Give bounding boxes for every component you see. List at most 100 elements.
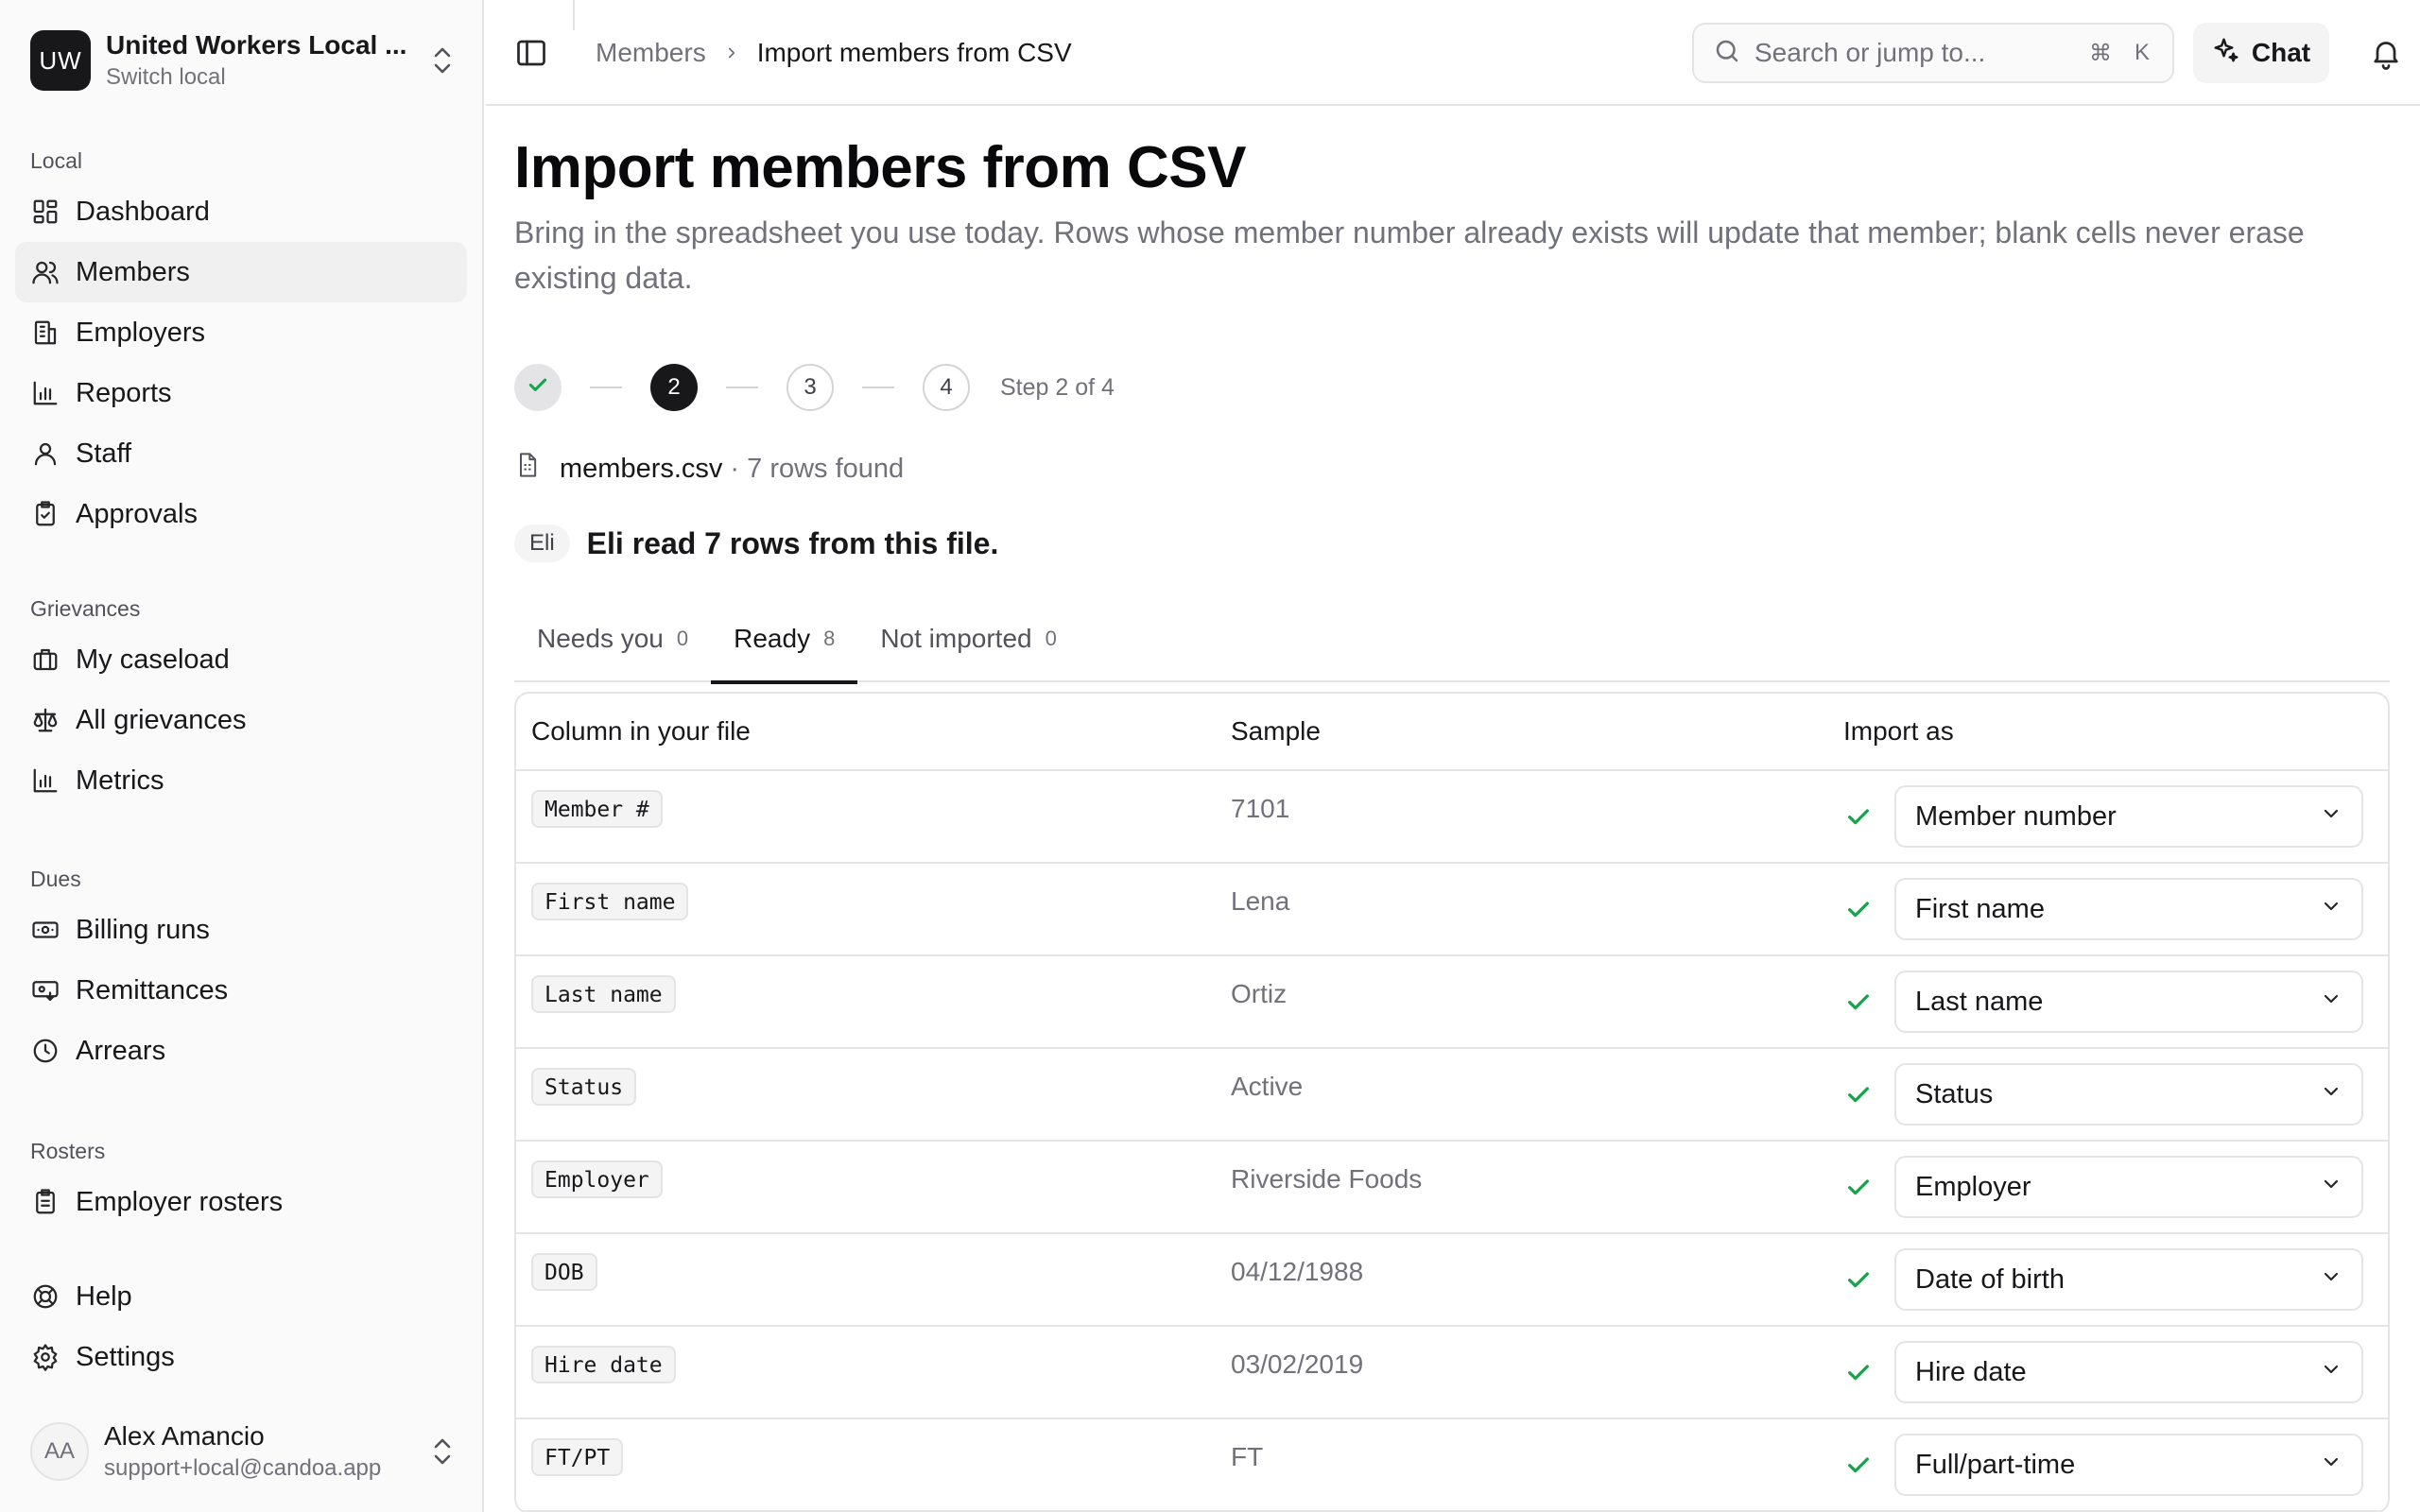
sidebar: UW United Workers Local ... Switch local… [0, 0, 484, 1512]
import-as-select[interactable]: Member number [1894, 785, 2363, 848]
sidebar-item-settings[interactable]: Settings [15, 1327, 467, 1387]
sidebar-item-label: Staff [76, 438, 132, 469]
file-column-name: Employer [531, 1160, 663, 1198]
file-summary: members.csv · 7 rows found [514, 452, 904, 486]
eli-message: Eli read 7 rows from this file. [586, 525, 999, 560]
sidebar-item-label: Approvals [76, 498, 198, 529]
sample-value: Active [1231, 1072, 1304, 1101]
sidebar-item-label: Remittances [76, 974, 229, 1005]
sidebar-item-label: Employers [76, 317, 205, 348]
sample-value: 03/02/2019 [1231, 1349, 1364, 1379]
step-4: 4 [923, 364, 970, 411]
switch-local-label: Switch local [106, 64, 226, 90]
step-connector [726, 387, 758, 388]
file-column-name: First name [531, 883, 689, 920]
file-column-name: Status [531, 1068, 637, 1106]
chat-label: Chat [2251, 38, 2311, 67]
clipboard-check-icon [30, 499, 60, 529]
tab-label: Ready [734, 624, 811, 653]
search-placeholder: Search or jump to... [1754, 38, 1986, 67]
top-bar: Members Import members from CSV Search o… [486, 0, 2420, 106]
avatar: AA [30, 1422, 89, 1481]
chevron-down-icon [2320, 1357, 2342, 1388]
chat-button[interactable]: Chat [2193, 23, 2329, 83]
sidebar-item-arrears[interactable]: Arrears [15, 1021, 467, 1081]
file-name: members.csv [560, 453, 723, 484]
table-row: Status Active Status [516, 1049, 2388, 1142]
clipboard-list-icon [30, 1187, 60, 1217]
import-as-select[interactable]: Last name [1894, 971, 2363, 1033]
shortcut-cmd: ⌘ [2088, 40, 2112, 66]
import-as-value: First name [1915, 893, 2045, 924]
import-as-select[interactable]: Date of birth [1894, 1248, 2363, 1311]
sidebar-item-staff[interactable]: Staff [15, 423, 467, 484]
tab-ready[interactable]: Ready 8 [711, 595, 858, 684]
assistant-message: Eli Eli read 7 rows from this file. [514, 524, 998, 563]
sample-value: Ortiz [1231, 979, 1288, 1008]
check-icon [1843, 987, 1874, 1017]
sidebar-item-members[interactable]: Members [15, 242, 467, 302]
header-column: Column in your file [531, 716, 751, 746]
chevron-down-icon [2320, 801, 2342, 833]
card-receive-icon [30, 975, 60, 1005]
sidebar-item-all-grievances[interactable]: All grievances [15, 690, 467, 750]
check-icon [1843, 801, 1874, 832]
dashboard-icon [30, 197, 60, 227]
import-as-select[interactable]: Employer [1894, 1156, 2363, 1218]
table-row: DOB 04/12/1988 Date of birth [516, 1234, 2388, 1327]
chart-bar-icon [30, 765, 60, 796]
sidebar-item-employers[interactable]: Employers [15, 302, 467, 363]
sidebar-item-label: Billing runs [76, 914, 210, 945]
user-email: support+local@candoa.app [104, 1455, 382, 1481]
nav-section-heading: Grievances [30, 596, 141, 621]
local-logo: UW [30, 30, 91, 91]
import-as-select[interactable]: Full/part-time [1894, 1434, 2363, 1496]
file-row-count: · 7 rows found [730, 453, 905, 484]
sidebar-item-label: Help [76, 1280, 132, 1312]
sidebar-item-billing-runs[interactable]: Billing runs [15, 900, 467, 960]
mapping-tabs: Needs you 0 Ready 8 Not imported 0 [514, 595, 2390, 684]
file-column-name: FT/PT [531, 1438, 624, 1476]
sidebar-item-label: My caseload [76, 644, 230, 675]
bell-icon[interactable] [2369, 36, 2403, 70]
briefcase-icon [30, 644, 60, 675]
chart-bar-icon [30, 378, 60, 408]
import-as-select[interactable]: Hire date [1894, 1341, 2363, 1403]
local-switcher[interactable]: UW United Workers Local ... Switch local [30, 28, 456, 93]
import-as-select[interactable]: Status [1894, 1063, 2363, 1125]
check-icon [526, 372, 550, 404]
import-as-select[interactable]: First name [1894, 878, 2363, 940]
chevron-down-icon [2320, 987, 2342, 1018]
table-header: Column in your file Sample Import as [516, 694, 2388, 771]
search-input[interactable]: Search or jump to... ⌘ K [1692, 23, 2174, 83]
tab-needs-you[interactable]: Needs you 0 [514, 595, 711, 682]
step-label: Step 2 of 4 [1000, 373, 1115, 401]
sidebar-item-label: Arrears [76, 1035, 166, 1066]
tab-not-imported[interactable]: Not imported 0 [857, 595, 1080, 682]
import-as-value: Hire date [1915, 1356, 2027, 1387]
tab-label: Not imported [880, 624, 1032, 653]
sidebar-item-dashboard[interactable]: Dashboard [15, 181, 467, 242]
sidebar-item-metrics[interactable]: Metrics [15, 750, 467, 811]
nav-section-heading: Local [30, 148, 82, 173]
chevron-down-icon [2320, 1079, 2342, 1110]
import-as-value: Last name [1915, 986, 2044, 1017]
eli-badge: Eli [514, 524, 570, 562]
table-row: Last name Ortiz Last name [516, 956, 2388, 1049]
sidebar-item-approvals[interactable]: Approvals [15, 484, 467, 544]
chevrons-up-down-icon [429, 42, 456, 79]
sidebar-item-remittances[interactable]: Remittances [15, 960, 467, 1021]
user-menu[interactable]: AA Alex Amancio support+local@candoa.app [30, 1414, 456, 1489]
sidebar-item-reports[interactable]: Reports [15, 363, 467, 423]
chevron-down-icon [2320, 1172, 2342, 1203]
sidebar-item-help[interactable]: Help [15, 1266, 467, 1327]
table-row: Employer Riverside Foods Employer [516, 1142, 2388, 1234]
sidebar-item-label: Settings [76, 1341, 175, 1372]
page-description: Bring in the spreadsheet you use today. … [514, 215, 2305, 295]
sidebar-item-employer-rosters[interactable]: Employer rosters [15, 1172, 467, 1232]
step-1-complete [514, 364, 562, 411]
sidebar-toggle-icon[interactable] [514, 36, 548, 70]
lifebuoy-icon [30, 1281, 60, 1312]
breadcrumb-members-link[interactable]: Members [596, 38, 706, 68]
sidebar-item-my-caseload[interactable]: My caseload [15, 629, 467, 690]
